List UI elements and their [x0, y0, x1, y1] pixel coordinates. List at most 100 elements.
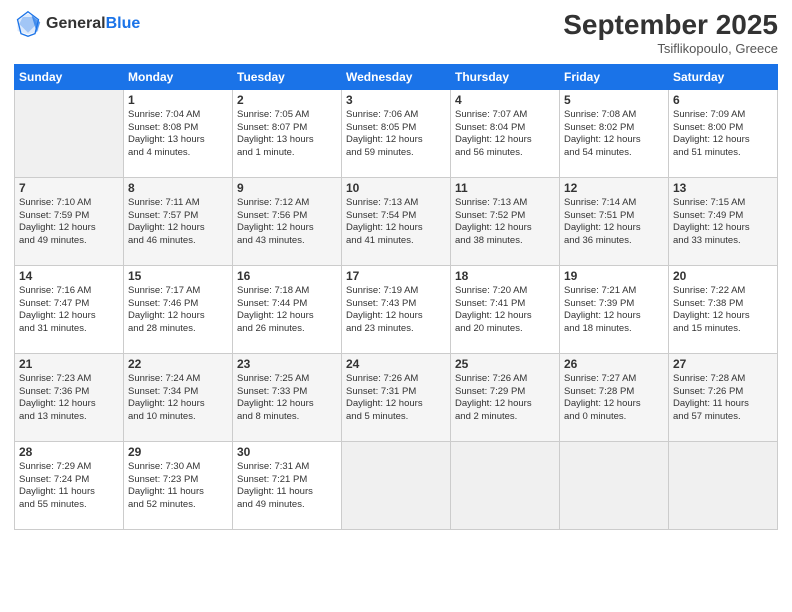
day-number: 13 [673, 181, 773, 195]
week-row-2: 7 Sunrise: 7:10 AM Sunset: 7:59 PM Daylig… [15, 177, 778, 265]
title-block: September 2025 Tsiflikopoulo, Greece [563, 10, 778, 56]
day-number: 26 [564, 357, 664, 371]
day-number: 27 [673, 357, 773, 371]
calendar-cell [560, 441, 669, 529]
calendar-cell: 13Sunrise: 7:15 AM Sunset: 7:49 PM Dayli… [669, 177, 778, 265]
day-number: 29 [128, 445, 228, 459]
day-info: Sunrise: 7:25 AM Sunset: 7:33 PM Dayligh… [237, 373, 337, 424]
calendar-cell: 11Sunrise: 7:13 AM Sunset: 7:52 PM Dayli… [451, 177, 560, 265]
day-info: Sunrise: 7:14 AM Sunset: 7:51 PM Dayligh… [564, 197, 664, 248]
week-row-1: 1Sunrise: 7:04 AM Sunset: 8:08 PM Daylig… [15, 89, 778, 177]
day-info: Sunrise: 7:10 AM Sunset: 7:59 PM Dayligh… [19, 197, 119, 248]
day-info: Sunrise: 7:16 AM Sunset: 7:47 PM Dayligh… [19, 285, 119, 336]
day-number: 14 [19, 269, 119, 283]
header: GeneralBlue September 2025 Tsiflikopoulo… [14, 10, 778, 56]
calendar-cell [342, 441, 451, 529]
day-info: Sunrise: 7:28 AM Sunset: 7:26 PM Dayligh… [673, 373, 773, 424]
day-info: Sunrise: 7:13 AM Sunset: 7:54 PM Dayligh… [346, 197, 446, 248]
calendar-cell: 20 Sunrise: 7:22 AM Sunset: 7:38 PM Dayli… [669, 265, 778, 353]
calendar-cell: 28Sunrise: 7:29 AM Sunset: 7:24 PM Dayli… [15, 441, 124, 529]
day-info: Sunrise: 7:05 AM Sunset: 8:07 PM Dayligh… [237, 109, 337, 160]
logo-general: General [46, 15, 106, 32]
month-title: September 2025 [563, 10, 778, 41]
day-number: 3 [346, 93, 446, 107]
day-number: 25 [455, 357, 555, 371]
calendar-cell: 17Sunrise: 7:19 AM Sunset: 7:43 PM Dayli… [342, 265, 451, 353]
calendar-cell: 16 Sunrise: 7:18 AM Sunset: 7:44 PM Dayli… [233, 265, 342, 353]
logo-text: GeneralBlue [46, 15, 140, 33]
calendar-cell: 26 Sunrise: 7:27 AM Sunset: 7:28 PM Dayli… [560, 353, 669, 441]
day-number: 5 [564, 93, 664, 107]
week-row-3: 14 Sunrise: 7:16 AM Sunset: 7:47 PM Dayli… [15, 265, 778, 353]
calendar-cell [15, 89, 124, 177]
day-number: 1 [128, 93, 228, 107]
day-number: 19 [564, 269, 664, 283]
calendar-cell: 10 Sunrise: 7:13 AM Sunset: 7:54 PM Dayli… [342, 177, 451, 265]
calendar-cell: 5 Sunrise: 7:08 AM Sunset: 8:02 PM Daylig… [560, 89, 669, 177]
calendar-cell: 23 Sunrise: 7:25 AM Sunset: 7:33 PM Dayli… [233, 353, 342, 441]
col-monday: Monday [124, 64, 233, 89]
day-info: Sunrise: 7:21 AM Sunset: 7:39 PM Dayligh… [564, 285, 664, 336]
day-info: Sunrise: 7:27 AM Sunset: 7:28 PM Dayligh… [564, 373, 664, 424]
calendar-cell: 24 Sunrise: 7:26 AM Sunset: 7:31 PM Dayli… [342, 353, 451, 441]
col-tuesday: Tuesday [233, 64, 342, 89]
calendar-cell: 15 Sunrise: 7:17 AM Sunset: 7:46 PM Dayli… [124, 265, 233, 353]
logo-blue: Blue [106, 15, 141, 32]
day-info: Sunrise: 7:23 AM Sunset: 7:36 PM Dayligh… [19, 373, 119, 424]
calendar-cell: 25 Sunrise: 7:26 AM Sunset: 7:29 PM Dayli… [451, 353, 560, 441]
day-info: Sunrise: 7:20 AM Sunset: 7:41 PM Dayligh… [455, 285, 555, 336]
day-number: 15 [128, 269, 228, 283]
day-info: Sunrise: 7:26 AM Sunset: 7:31 PM Dayligh… [346, 373, 446, 424]
calendar-cell: 4Sunrise: 7:07 AM Sunset: 8:04 PM Daylig… [451, 89, 560, 177]
day-number: 6 [673, 93, 773, 107]
day-number: 30 [237, 445, 337, 459]
col-friday: Friday [560, 64, 669, 89]
calendar-cell: 7 Sunrise: 7:10 AM Sunset: 7:59 PM Daylig… [15, 177, 124, 265]
calendar-cell [451, 441, 560, 529]
calendar-cell: 14 Sunrise: 7:16 AM Sunset: 7:47 PM Dayli… [15, 265, 124, 353]
calendar-cell: 27 Sunrise: 7:28 AM Sunset: 7:26 PM Dayli… [669, 353, 778, 441]
day-number: 7 [19, 181, 119, 195]
day-info: Sunrise: 7:19 AM Sunset: 7:43 PM Dayligh… [346, 285, 446, 336]
day-info: Sunrise: 7:08 AM Sunset: 8:02 PM Dayligh… [564, 109, 664, 160]
day-info: Sunrise: 7:24 AM Sunset: 7:34 PM Dayligh… [128, 373, 228, 424]
day-info: Sunrise: 7:22 AM Sunset: 7:38 PM Dayligh… [673, 285, 773, 336]
day-number: 23 [237, 357, 337, 371]
day-number: 16 [237, 269, 337, 283]
calendar-cell: 19 Sunrise: 7:21 AM Sunset: 7:39 PM Dayli… [560, 265, 669, 353]
day-number: 20 [673, 269, 773, 283]
week-row-4: 21Sunrise: 7:23 AM Sunset: 7:36 PM Dayli… [15, 353, 778, 441]
day-info: Sunrise: 7:30 AM Sunset: 7:23 PM Dayligh… [128, 461, 228, 512]
day-info: Sunrise: 7:07 AM Sunset: 8:04 PM Dayligh… [455, 109, 555, 160]
day-info: Sunrise: 7:17 AM Sunset: 7:46 PM Dayligh… [128, 285, 228, 336]
day-info: Sunrise: 7:26 AM Sunset: 7:29 PM Dayligh… [455, 373, 555, 424]
day-number: 12 [564, 181, 664, 195]
day-number: 8 [128, 181, 228, 195]
col-wednesday: Wednesday [342, 64, 451, 89]
col-thursday: Thursday [451, 64, 560, 89]
day-number: 10 [346, 181, 446, 195]
calendar-table: Sunday Monday Tuesday Wednesday Thursday… [14, 64, 778, 530]
header-row: Sunday Monday Tuesday Wednesday Thursday… [15, 64, 778, 89]
week-row-5: 28Sunrise: 7:29 AM Sunset: 7:24 PM Dayli… [15, 441, 778, 529]
calendar-cell: 12 Sunrise: 7:14 AM Sunset: 7:51 PM Dayli… [560, 177, 669, 265]
day-info: Sunrise: 7:18 AM Sunset: 7:44 PM Dayligh… [237, 285, 337, 336]
calendar-cell: 30 Sunrise: 7:31 AM Sunset: 7:21 PM Dayli… [233, 441, 342, 529]
location: Tsiflikopoulo, Greece [563, 41, 778, 56]
calendar-cell: 3 Sunrise: 7:06 AM Sunset: 8:05 PM Daylig… [342, 89, 451, 177]
day-info: Sunrise: 7:13 AM Sunset: 7:52 PM Dayligh… [455, 197, 555, 248]
day-info: Sunrise: 7:31 AM Sunset: 7:21 PM Dayligh… [237, 461, 337, 512]
page: GeneralBlue September 2025 Tsiflikopoulo… [0, 0, 792, 612]
calendar-cell: 9Sunrise: 7:12 AM Sunset: 7:56 PM Daylig… [233, 177, 342, 265]
calendar-cell: 22Sunrise: 7:24 AM Sunset: 7:34 PM Dayli… [124, 353, 233, 441]
calendar-cell: 8Sunrise: 7:11 AM Sunset: 7:57 PM Daylig… [124, 177, 233, 265]
calendar-cell: 21Sunrise: 7:23 AM Sunset: 7:36 PM Dayli… [15, 353, 124, 441]
calendar-cell: 29 Sunrise: 7:30 AM Sunset: 7:23 PM Dayli… [124, 441, 233, 529]
calendar-cell: 18Sunrise: 7:20 AM Sunset: 7:41 PM Dayli… [451, 265, 560, 353]
day-number: 24 [346, 357, 446, 371]
day-info: Sunrise: 7:29 AM Sunset: 7:24 PM Dayligh… [19, 461, 119, 512]
day-number: 9 [237, 181, 337, 195]
day-info: Sunrise: 7:09 AM Sunset: 8:00 PM Dayligh… [673, 109, 773, 160]
day-info: Sunrise: 7:06 AM Sunset: 8:05 PM Dayligh… [346, 109, 446, 160]
logo-icon [14, 10, 42, 38]
